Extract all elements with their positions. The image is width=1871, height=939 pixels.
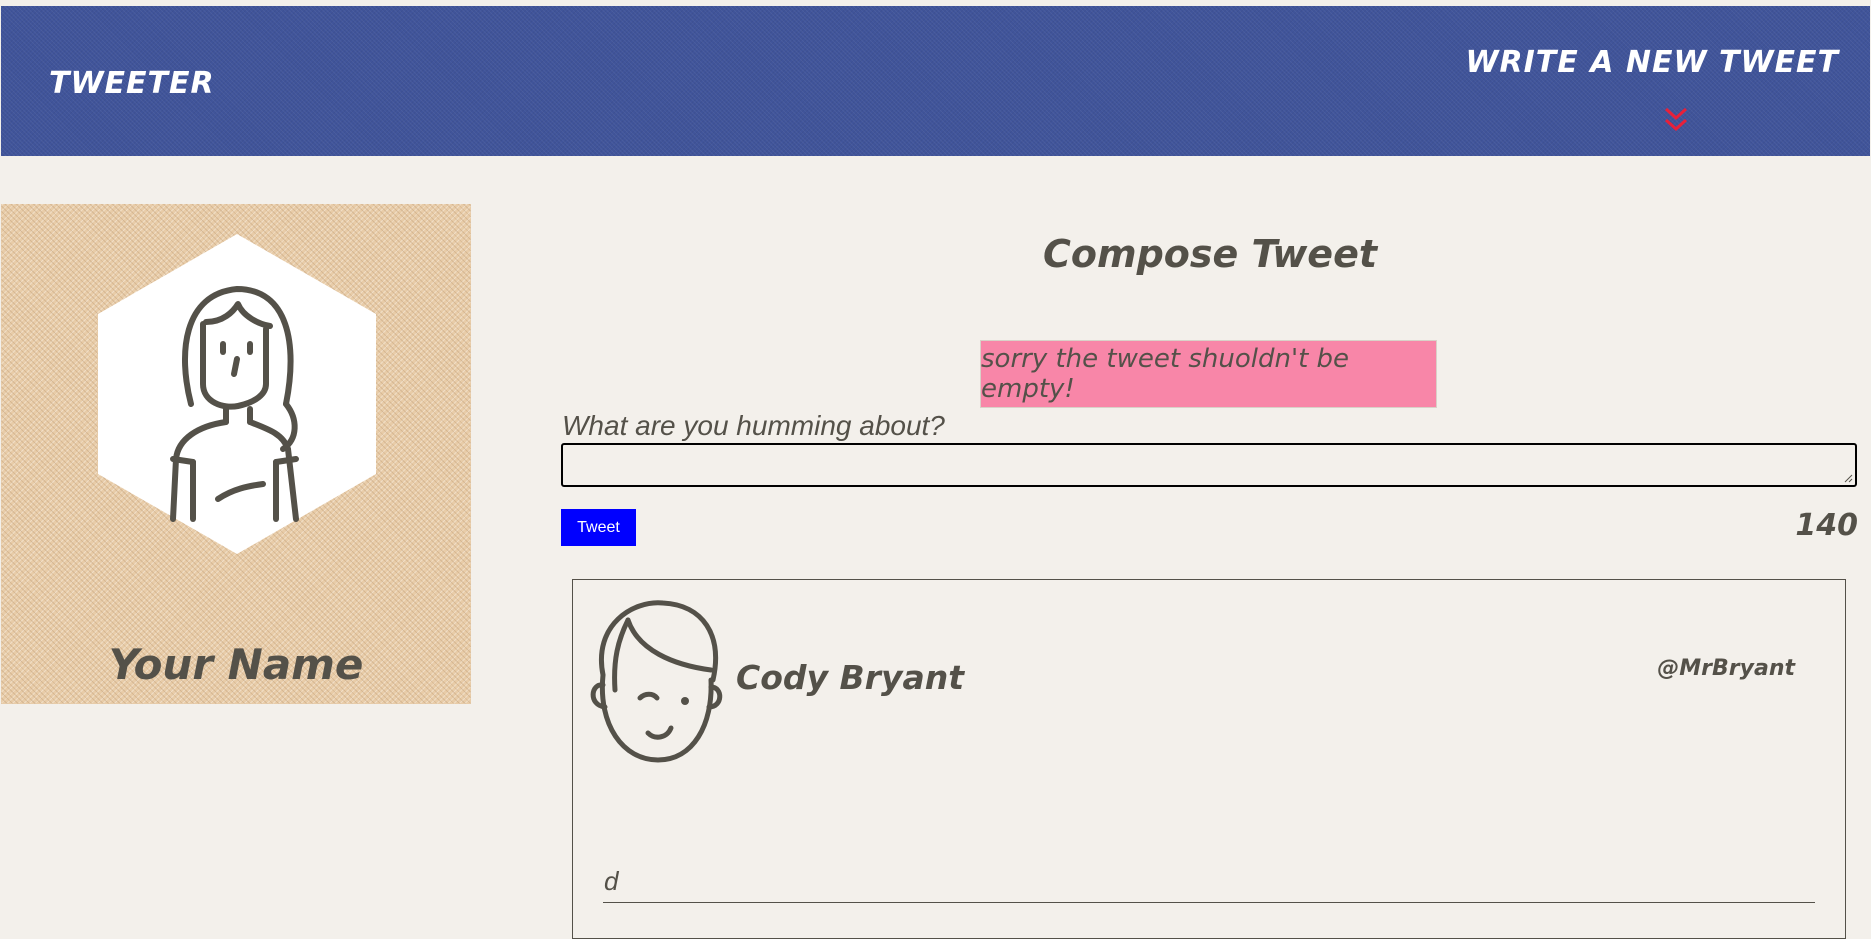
tweet-divider xyxy=(603,902,1815,903)
profile-card: Your Name xyxy=(1,204,471,704)
tweet-author-handle: @MrBryant xyxy=(1657,656,1795,681)
profile-name: Your Name xyxy=(108,640,364,689)
tweet-card: Cody Bryant @MrBryant d xyxy=(572,579,1846,939)
double-chevron-down-icon[interactable] xyxy=(1663,106,1689,134)
tweet-content: d xyxy=(604,866,619,896)
character-counter: 140 xyxy=(1795,508,1858,543)
winking-man-avatar-icon xyxy=(590,600,723,763)
resize-handle-icon[interactable] xyxy=(1843,473,1853,483)
tweet-textarea[interactable] xyxy=(561,443,1857,487)
top-nav: TWEETER xyxy=(1,6,1870,156)
compose-title: Compose Tweet xyxy=(1042,232,1378,276)
write-new-tweet-link[interactable]: WRITE A NEW TWEET xyxy=(1465,45,1839,80)
tweet-submit-button[interactable]: Tweet xyxy=(561,509,636,546)
error-message: sorry the tweet shuoldn't be empty! xyxy=(980,340,1437,408)
woman-avatar-icon xyxy=(98,234,376,554)
compose-prompt-label: What are you humming about? xyxy=(562,410,945,441)
tweet-author-name: Cody Bryant xyxy=(736,658,964,697)
brand-logo-text[interactable]: TWEETER xyxy=(49,66,215,101)
